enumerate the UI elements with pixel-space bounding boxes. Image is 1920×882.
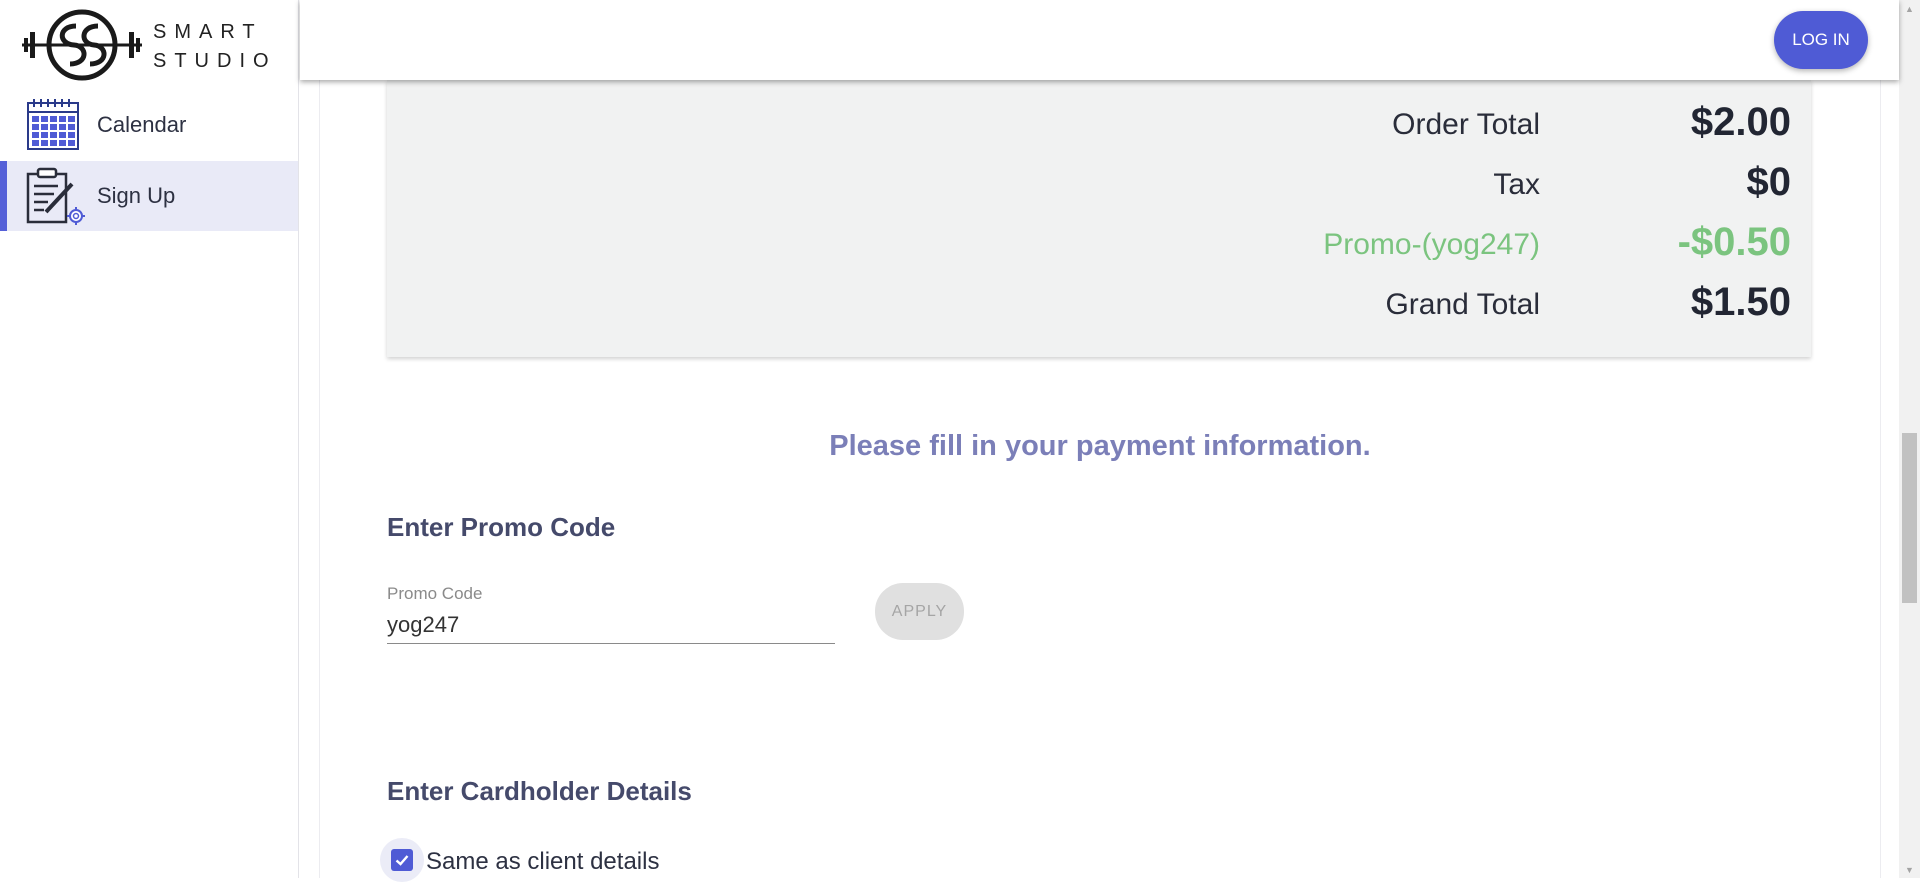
sidebar-item-calendar[interactable]: Calendar — [0, 90, 298, 160]
logo-text-smart: SMART — [153, 21, 263, 43]
sidebar: SMART STUDIO Calendar Sign Up — [0, 0, 299, 878]
scroll-down-arrow-icon[interactable]: ▼ — [1899, 861, 1920, 878]
logo-text-studio: STUDIO — [153, 50, 277, 72]
grand-total-value: $1.50 — [1690, 280, 1791, 324]
barbell-logo-icon — [22, 9, 142, 81]
sidebar-item-sign-up[interactable]: Sign Up — [0, 161, 298, 231]
top-app-bar — [300, 0, 1899, 80]
promo-discount-value: -$0.50 — [1677, 220, 1791, 264]
checkmark-icon — [395, 855, 409, 866]
promo-row: Promo-(yog247) -$0.50 — [387, 220, 1811, 270]
grand-total-row: Grand Total $1.50 — [387, 280, 1811, 330]
promo-code-input[interactable] — [387, 606, 835, 644]
smart-studio-logo[interactable]: SMART STUDIO — [18, 8, 280, 82]
order-summary: Order Total $2.00 Tax $0 Promo-(yog247) … — [387, 80, 1811, 357]
payment-info-title: Please fill in your payment information. — [829, 430, 1371, 462]
grand-total-label: Grand Total — [1385, 288, 1540, 321]
tax-value: $0 — [1746, 160, 1792, 204]
promo-code-label: Promo Code — [387, 584, 483, 603]
scroll-up-arrow-icon[interactable]: ▲ — [1899, 0, 1920, 17]
login-button[interactable]: LOG IN — [1774, 11, 1868, 69]
sidebar-item-label-calendar: Calendar — [97, 112, 187, 137]
calendar-icon — [27, 99, 79, 150]
same-as-client-label[interactable]: Same as client details — [426, 848, 659, 876]
cardholder-section-heading: Enter Cardholder Details — [387, 776, 692, 806]
order-total-label: Order Total — [1392, 108, 1540, 141]
sidebar-item-label-sign-up: Sign Up — [97, 183, 176, 208]
page-scrollbar[interactable]: ▲ ▼ — [1899, 0, 1920, 878]
checkbox-checked-indicator — [391, 849, 413, 871]
order-total-value: $2.00 — [1690, 100, 1791, 144]
promo-section-heading: Enter Promo Code — [387, 512, 616, 542]
same-as-client-checkbox[interactable] — [380, 838, 424, 882]
order-total-row: Order Total $2.00 — [387, 100, 1811, 150]
promo-label: Promo-(yog247) — [1323, 228, 1540, 261]
scrollbar-thumb[interactable] — [1902, 433, 1917, 603]
tax-label: Tax — [1493, 168, 1540, 201]
apply-promo-button[interactable]: APPLY — [875, 583, 964, 640]
tax-row: Tax $0 — [387, 160, 1811, 210]
clipboard-settings-icon — [26, 167, 85, 225]
